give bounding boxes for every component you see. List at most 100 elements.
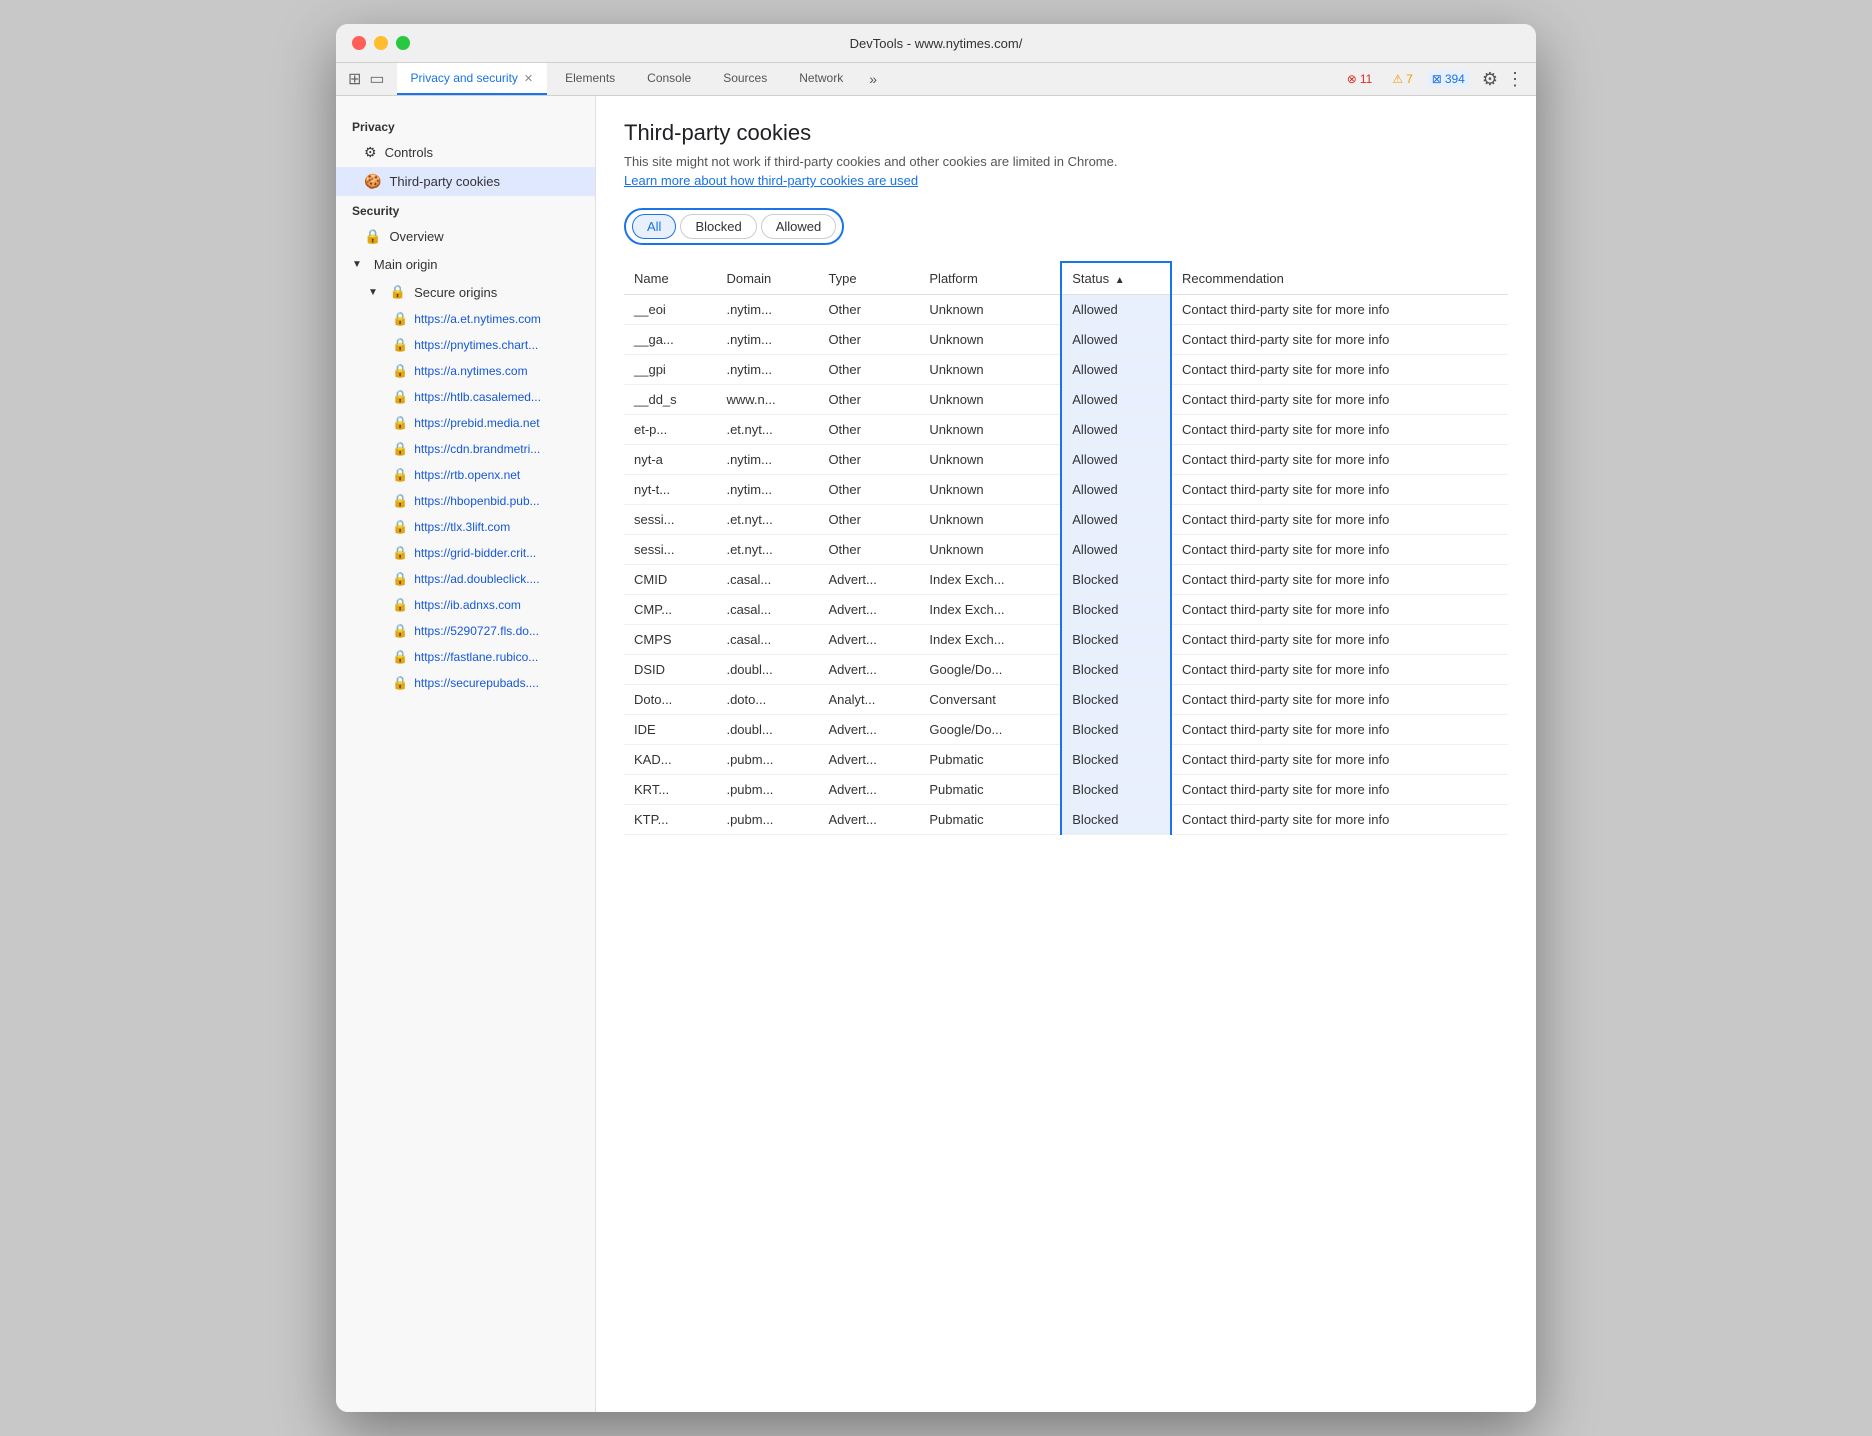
origin-item-7[interactable]: 🔒 https://hbopenbid.pub... [368, 488, 595, 514]
origin-item-11[interactable]: 🔒 https://ib.adnxs.com [368, 592, 595, 618]
cell-name-17: KTP... [624, 805, 716, 835]
cell-status-17: Blocked [1061, 805, 1171, 835]
origin-item-2[interactable]: 🔒 https://a.nytimes.com [368, 358, 595, 384]
cell-name-7: sessi... [624, 505, 716, 535]
lock-icon-9: 🔒 [392, 545, 408, 561]
filter-allowed-button[interactable]: Allowed [761, 214, 837, 239]
origin-url-2: https://a.nytimes.com [414, 364, 527, 378]
table-row[interactable]: nyt-t... .nytim... Other Unknown Allowed… [624, 475, 1508, 505]
filter-bar: All Blocked Allowed [624, 208, 844, 245]
origin-item-14[interactable]: 🔒 https://securepubads.... [368, 670, 595, 696]
cell-domain-10: .casal... [716, 595, 818, 625]
cell-domain-15: .pubm... [716, 745, 818, 775]
table-row[interactable]: KAD... .pubm... Advert... Pubmatic Block… [624, 745, 1508, 775]
tab-console[interactable]: Console [633, 63, 705, 95]
close-button[interactable] [352, 36, 366, 50]
learn-more-link[interactable]: Learn more about how third-party cookies… [624, 173, 1508, 188]
table-row[interactable]: CMID .casal... Advert... Index Exch... B… [624, 565, 1508, 595]
table-row[interactable]: DSID .doubl... Advert... Google/Do... Bl… [624, 655, 1508, 685]
cell-domain-3: www.n... [716, 385, 818, 415]
cell-recommendation-8: Contact third-party site for more info [1171, 535, 1508, 565]
origin-item-10[interactable]: 🔒 https://ad.doubleclick.... [368, 566, 595, 592]
cell-domain-1: .nytim... [716, 325, 818, 355]
device-icon[interactable]: ▭ [369, 69, 384, 89]
tab-elements[interactable]: Elements [551, 63, 629, 95]
origin-url-8: https://tlx.3lift.com [414, 520, 510, 534]
lock-icon-11: 🔒 [392, 597, 408, 613]
cell-platform-10: Index Exch... [919, 595, 1061, 625]
table-row[interactable]: IDE .doubl... Advert... Google/Do... Blo… [624, 715, 1508, 745]
content-area: Privacy ⚙ Controls 🍪 Third-party cookies… [336, 96, 1536, 1412]
filter-blocked-button[interactable]: Blocked [680, 214, 756, 239]
cell-domain-8: .et.nyt... [716, 535, 818, 565]
origin-item-5[interactable]: 🔒 https://cdn.brandmetri... [368, 436, 595, 462]
cell-recommendation-7: Contact third-party site for more info [1171, 505, 1508, 535]
table-row[interactable]: __eoi .nytim... Other Unknown Allowed Co… [624, 295, 1508, 325]
error-count-yellow[interactable]: ⚠ 7 [1386, 70, 1418, 88]
tab-sources[interactable]: Sources [709, 63, 781, 95]
origin-item-4[interactable]: 🔒 https://prebid.media.net [368, 410, 595, 436]
cell-type-1: Other [818, 325, 919, 355]
table-row[interactable]: sessi... .et.nyt... Other Unknown Allowe… [624, 535, 1508, 565]
table-row[interactable]: KTP... .pubm... Advert... Pubmatic Block… [624, 805, 1508, 835]
sidebar-item-secure-origins[interactable]: ▼ 🔒 Secure origins [352, 278, 595, 306]
inspect-icon[interactable]: ⊞ [348, 69, 361, 89]
col-header-recommendation[interactable]: Recommendation [1171, 262, 1508, 295]
cell-name-0: __eoi [624, 295, 716, 325]
cell-status-9: Blocked [1061, 565, 1171, 595]
origin-item-12[interactable]: 🔒 https://5290727.fls.do... [368, 618, 595, 644]
cell-type-6: Other [818, 475, 919, 505]
more-tabs-icon[interactable]: » [861, 63, 885, 95]
table-row[interactable]: et-p... .et.nyt... Other Unknown Allowed… [624, 415, 1508, 445]
more-options-icon[interactable]: ⋮ [1506, 69, 1524, 90]
col-header-name[interactable]: Name [624, 262, 716, 295]
filter-all-button[interactable]: All [632, 214, 676, 239]
cell-status-6: Allowed [1061, 475, 1171, 505]
cell-domain-16: .pubm... [716, 775, 818, 805]
tab-network[interactable]: Network [785, 63, 857, 95]
sidebar-item-controls[interactable]: ⚙ Controls [336, 138, 595, 167]
origin-item-1[interactable]: 🔒 https://pnytimes.chart... [368, 332, 595, 358]
col-header-status[interactable]: Status ▲ [1061, 262, 1171, 295]
tab-privacy-security[interactable]: Privacy and security ✕ [397, 63, 548, 95]
origin-item-8[interactable]: 🔒 https://tlx.3lift.com [368, 514, 595, 540]
origin-item-0[interactable]: 🔒 https://a.et.nytimes.com [368, 306, 595, 332]
cell-type-0: Other [818, 295, 919, 325]
sidebar-item-third-party[interactable]: 🍪 Third-party cookies [336, 167, 595, 196]
sidebar-item-overview[interactable]: 🔒 Overview [336, 222, 595, 251]
table-row[interactable]: nyt-a .nytim... Other Unknown Allowed Co… [624, 445, 1508, 475]
cell-type-8: Other [818, 535, 919, 565]
table-row[interactable]: KRT... .pubm... Advert... Pubmatic Block… [624, 775, 1508, 805]
table-row[interactable]: CMP... .casal... Advert... Index Exch...… [624, 595, 1508, 625]
security-section-label: Security [336, 196, 595, 222]
sidebar: Privacy ⚙ Controls 🍪 Third-party cookies… [336, 96, 596, 1412]
minimize-button[interactable] [374, 36, 388, 50]
error-count-blue[interactable]: ⊠ 394 [1427, 70, 1470, 88]
error-count-red[interactable]: ⊗ 11 [1341, 70, 1379, 88]
col-header-platform[interactable]: Platform [919, 262, 1061, 295]
cell-platform-4: Unknown [919, 415, 1061, 445]
window-title: DevTools - www.nytimes.com/ [850, 36, 1023, 51]
origin-item-3[interactable]: 🔒 https://htlb.casalemed... [368, 384, 595, 410]
table-row[interactable]: sessi... .et.nyt... Other Unknown Allowe… [624, 505, 1508, 535]
col-header-type[interactable]: Type [818, 262, 919, 295]
cell-recommendation-15: Contact third-party site for more info [1171, 745, 1508, 775]
col-header-domain[interactable]: Domain [716, 262, 818, 295]
table-row[interactable]: CMPS .casal... Advert... Index Exch... B… [624, 625, 1508, 655]
table-row[interactable]: __gpi .nytim... Other Unknown Allowed Co… [624, 355, 1508, 385]
tab-close-icon[interactable]: ✕ [524, 72, 533, 85]
chevron-down-icon-secure: ▼ [368, 287, 378, 298]
cell-domain-17: .pubm... [716, 805, 818, 835]
sidebar-item-main-origin[interactable]: ▼ Main origin [336, 251, 595, 278]
table-row[interactable]: Doto... .doto... Analyt... Conversant Bl… [624, 685, 1508, 715]
origin-item-9[interactable]: 🔒 https://grid-bidder.crit... [368, 540, 595, 566]
maximize-button[interactable] [396, 36, 410, 50]
origin-item-13[interactable]: 🔒 https://fastlane.rubico... [368, 644, 595, 670]
warning-icon: ⚠ [1392, 72, 1403, 86]
cell-domain-4: .et.nyt... [716, 415, 818, 445]
origin-item-6[interactable]: 🔒 https://rtb.openx.net [368, 462, 595, 488]
settings-icon[interactable]: ⚙ [1482, 69, 1498, 90]
table-row[interactable]: __dd_s www.n... Other Unknown Allowed Co… [624, 385, 1508, 415]
table-row[interactable]: __ga... .nytim... Other Unknown Allowed … [624, 325, 1508, 355]
cell-domain-14: .doubl... [716, 715, 818, 745]
